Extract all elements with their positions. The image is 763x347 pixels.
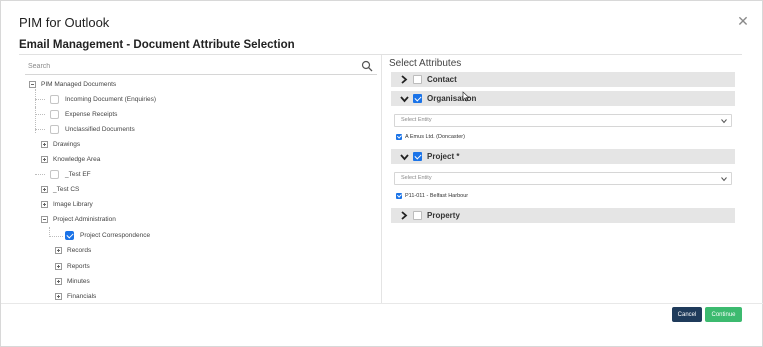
section-label: Project * (427, 152, 460, 161)
continue-button[interactable]: Continue (705, 307, 742, 322)
tree-item[interactable]: Project Correspondence (65, 228, 150, 242)
expand-icon[interactable] (41, 200, 48, 208)
section-contact[interactable]: Contact (391, 72, 735, 87)
tree-connector (35, 174, 45, 175)
tree-item[interactable]: Records (55, 243, 91, 257)
expand-icon[interactable] (41, 155, 48, 163)
search-box (25, 57, 377, 75)
organisation-entity-select[interactable]: Select Entity (394, 114, 732, 127)
expand-icon[interactable] (41, 185, 48, 193)
entity-checkbox-checked[interactable] (396, 192, 402, 199)
tree-item-label: Unclassified Documents (65, 125, 135, 133)
tree-item-label: PIM Managed Documents (41, 80, 117, 88)
tree-checkbox[interactable] (50, 94, 59, 104)
chevron-down-icon[interactable] (397, 149, 411, 164)
project-entity-item[interactable]: P11-011 - Belfast Harbour (396, 191, 468, 200)
section-property[interactable]: Property (391, 208, 735, 223)
project-entity-select[interactable]: Select Entity (394, 172, 732, 185)
tree-item[interactable]: Incoming Document (Enquiries) (50, 92, 156, 106)
tree-checkbox[interactable] (50, 124, 59, 134)
footer-divider (1, 303, 763, 304)
tree-item[interactable]: Drawings (41, 137, 80, 151)
expand-icon[interactable] (55, 246, 62, 254)
expand-icon[interactable] (55, 277, 62, 285)
chevron-down-icon[interactable] (397, 91, 411, 106)
tree-checkbox[interactable] (50, 109, 59, 119)
section-checkbox[interactable] (413, 75, 422, 84)
tree-item-label: Incoming Document (Enquiries) (65, 95, 157, 103)
page-title: Email Management - Document Attribute Se… (19, 39, 295, 51)
tree-checkbox-checked[interactable] (65, 230, 74, 240)
tree-item[interactable]: _Test CS (41, 182, 79, 196)
dialog: PIM for Outlook ✕ Email Management - Doc… (0, 0, 763, 347)
tree-item-label: Image Library (53, 200, 93, 208)
entity-checkbox-checked[interactable] (396, 133, 402, 140)
app-title: PIM for Outlook (19, 15, 110, 30)
section-checkbox-checked[interactable] (413, 152, 422, 161)
section-project[interactable]: Project * (391, 149, 735, 164)
close-icon[interactable]: ✕ (736, 14, 750, 28)
expand-icon[interactable] (55, 292, 62, 300)
chevron-right-icon[interactable] (397, 72, 411, 87)
expand-icon[interactable] (41, 140, 48, 148)
pane-divider (381, 55, 382, 303)
tree-item[interactable]: Financials (55, 289, 96, 303)
attributes-heading: Select Attributes (389, 58, 462, 69)
tree-item[interactable]: Unclassified Documents (50, 122, 135, 136)
select-placeholder: Select Entity (401, 175, 432, 181)
tree-item[interactable]: Reports (55, 259, 90, 273)
section-checkbox-checked[interactable] (413, 94, 422, 103)
collapse-icon[interactable] (29, 80, 36, 88)
tree-item[interactable]: Minutes (55, 274, 90, 288)
tree-connector (35, 129, 45, 130)
tree-item-label: Expense Receipts (65, 110, 118, 118)
document-tree-pane: PIM Managed Documents Incoming Document … (25, 55, 381, 303)
section-label: Property (427, 211, 460, 220)
cancel-button[interactable]: Cancel (672, 307, 702, 322)
tree-item-label: _Test EF (65, 170, 91, 178)
tree-item-label: Drawings (53, 140, 81, 148)
chevron-down-icon[interactable] (720, 117, 728, 125)
tree-item-label: Knowledge Area (53, 155, 101, 163)
tree-item-label: Project Correspondence (80, 231, 151, 239)
tree-connector (35, 114, 45, 115)
section-label: Contact (427, 75, 457, 84)
tree-connector (35, 99, 45, 100)
expand-icon[interactable] (55, 262, 62, 270)
organisation-entity-item[interactable]: A Emus Ltd. (Doncaster) (396, 132, 465, 141)
tree-item-label: _Test CS (53, 185, 80, 193)
tree-item[interactable]: Image Library (41, 197, 93, 211)
tree-connector (35, 89, 36, 107)
tree-item[interactable]: _Test EF (50, 167, 91, 181)
tree-item-label: Records (67, 246, 92, 254)
tree-connector (49, 236, 63, 237)
tree-item-label: Financials (67, 292, 97, 300)
select-placeholder: Select Entity (401, 117, 432, 123)
section-checkbox[interactable] (413, 211, 422, 220)
tree-item-root[interactable]: PIM Managed Documents (29, 77, 116, 91)
tree-item[interactable]: Expense Receipts (50, 107, 117, 121)
entity-label: A Emus Ltd. (Doncaster) (405, 133, 465, 140)
attributes-pane: Select Attributes Contact Organisation S… (389, 55, 735, 303)
search-input[interactable] (28, 59, 348, 73)
tree-item-label: Reports (67, 262, 90, 270)
collapse-icon[interactable] (41, 215, 48, 223)
mouse-cursor-icon (462, 91, 470, 102)
tree-item-label: Minutes (67, 277, 90, 285)
tree-item-label: Project Administration (53, 215, 116, 223)
search-icon[interactable] (361, 60, 373, 72)
entity-label: P11-011 - Belfast Harbour (405, 192, 469, 199)
tree-item[interactable]: Knowledge Area (41, 152, 100, 166)
section-organisation[interactable]: Organisation (391, 91, 735, 106)
chevron-down-icon[interactable] (720, 175, 728, 183)
tree-item[interactable]: Project Administration (41, 212, 116, 226)
chevron-right-icon[interactable] (397, 208, 411, 223)
tree-checkbox[interactable] (50, 169, 59, 179)
